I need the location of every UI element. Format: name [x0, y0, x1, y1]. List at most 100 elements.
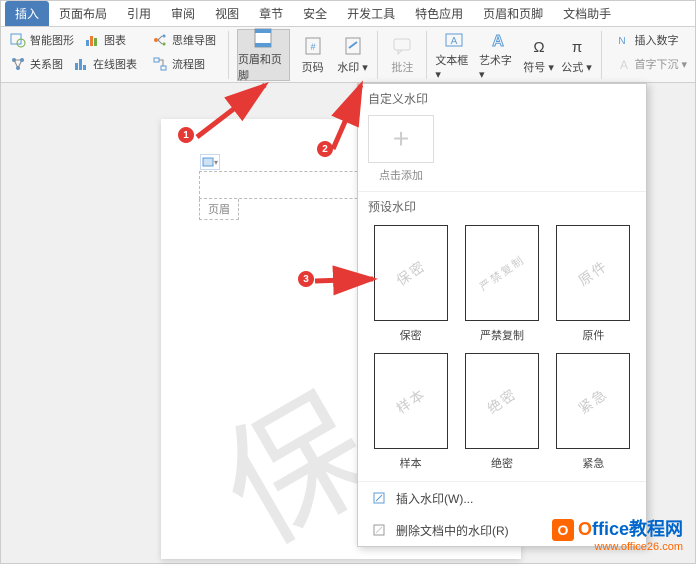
svg-text:#: # [310, 42, 315, 52]
btn-mindmap[interactable]: 思维导图 [147, 29, 220, 51]
label: 思维导图 [172, 32, 216, 48]
formula-icon: π [566, 35, 588, 57]
watermark-dropdown: 自定义水印 + 点击添加 预设水印 保密保密 严禁复制严禁复制 原件原件 样本样… [357, 83, 647, 547]
relation-icon [9, 55, 27, 73]
tab-view[interactable]: 视图 [205, 1, 249, 26]
label: 插入数字 [634, 32, 678, 48]
btn-flowchart[interactable]: 流程图 [147, 53, 220, 75]
label: 绝密 [463, 455, 540, 471]
label: 严禁复制 [463, 327, 540, 343]
tab-page-layout[interactable]: 页面布局 [49, 1, 117, 26]
btn-textbox[interactable]: A 文本框 ▾ [435, 29, 473, 81]
tab-header-footer[interactable]: 页眉和页脚 [473, 1, 553, 26]
online-chart-icon [72, 55, 90, 73]
separator [377, 31, 378, 79]
btn-annotation[interactable]: 批注 [386, 29, 418, 81]
brand-url: www.office26.com [552, 541, 683, 553]
svg-text:π: π [571, 39, 581, 56]
page-number-icon: # [302, 35, 324, 57]
label: 符号 ▾ [523, 59, 554, 75]
svg-text:A: A [451, 36, 458, 47]
btn-wordart[interactable]: A 艺术字 ▾ [479, 29, 517, 81]
btn-page-number[interactable]: # 页码 [296, 29, 330, 81]
preset-top-secret[interactable]: 绝密绝密 [463, 353, 540, 471]
header-footer-icon [252, 27, 274, 49]
tab-insert[interactable]: 插入 [5, 1, 49, 26]
tab-developer[interactable]: 开发工具 [337, 1, 405, 26]
add-label: 点击添加 [368, 167, 434, 183]
menu-insert-watermark[interactable]: 插入水印(W)... [358, 482, 646, 514]
btn-watermark[interactable]: 水印 ▾ [336, 29, 370, 81]
preset-original[interactable]: 原件原件 [555, 225, 632, 343]
btn-smartart[interactable]: 智能图形 图表 [5, 29, 141, 51]
wordart-icon: A [487, 29, 509, 50]
label: 智能图形 [30, 32, 74, 48]
preset-no-copy[interactable]: 严禁复制严禁复制 [463, 225, 540, 343]
mindmap-icon [151, 31, 169, 49]
label: 文本框 ▾ [435, 52, 473, 81]
svg-text:A: A [620, 58, 628, 71]
comment-icon [391, 35, 413, 57]
btn-formula[interactable]: π 公式 ▾ [561, 29, 593, 81]
brand-icon: O [552, 519, 574, 541]
ribbon: 智能图形图表 关系图在线图表 思维导图 流程图 页眉和页脚 # 页码 水印 ▾ … [1, 27, 695, 83]
tab-references[interactable]: 引用 [117, 1, 161, 26]
brand-title: OOffice教程网 [552, 515, 683, 541]
label: 页码 [302, 59, 324, 75]
label: 紧急 [555, 455, 632, 471]
btn-header-footer[interactable]: 页眉和页脚 [237, 29, 290, 81]
smartart-icon [9, 31, 27, 49]
separator [601, 31, 602, 79]
btn-symbol[interactable]: Ω 符号 ▾ [523, 29, 555, 81]
tab-review[interactable]: 审阅 [161, 1, 205, 26]
tab-bar: 插入 页面布局 引用 审阅 视图 章节 安全 开发工具 特色应用 页眉和页脚 文… [1, 1, 695, 27]
flowchart-icon [151, 55, 169, 73]
label: 原件 [555, 327, 632, 343]
tab-security[interactable]: 安全 [293, 1, 337, 26]
svg-text:N: N [619, 36, 626, 47]
step-badge-1: 1 [178, 127, 194, 143]
label: 删除文档中的水印(R) [396, 522, 509, 539]
svg-text:Ω: Ω [533, 39, 544, 56]
btn-insert-number[interactable]: N 插入数字 [609, 29, 691, 51]
header-options-icon[interactable]: ▾ [200, 154, 220, 170]
tab-doc-assistant[interactable]: 文档助手 [553, 1, 621, 26]
separator [228, 31, 229, 79]
plus-icon: + [368, 115, 434, 163]
chart-icon [83, 31, 101, 49]
number-icon: N [613, 31, 631, 49]
label: 关系图 [30, 56, 63, 72]
custom-watermark-title: 自定义水印 [358, 84, 646, 111]
step-badge-3: 3 [298, 271, 314, 287]
symbol-icon: Ω [528, 35, 550, 57]
label: 保密 [372, 327, 449, 343]
label: 批注 [391, 59, 413, 75]
label: 在线图表 [93, 56, 137, 72]
svg-text:A: A [492, 33, 504, 50]
label: 页眉和页脚 [238, 51, 289, 83]
label: 首字下沉 [634, 56, 678, 72]
preset-sample[interactable]: 样本样本 [372, 353, 449, 471]
label: 插入水印(W)... [396, 490, 473, 507]
label: 流程图 [172, 56, 205, 72]
dropcap-icon: A [613, 55, 631, 73]
btn-dropcap[interactable]: A首字下沉 ▾ [609, 53, 691, 75]
tab-special[interactable]: 特色应用 [405, 1, 473, 26]
step-badge-2: 2 [317, 141, 333, 157]
insert-watermark-icon [370, 489, 388, 507]
remove-watermark-icon [370, 521, 388, 539]
add-watermark[interactable]: + 点击添加 [368, 115, 434, 183]
btn-relation[interactable]: 关系图 在线图表 [5, 53, 141, 75]
label: 样本 [372, 455, 449, 471]
preset-watermark-title: 预设水印 [358, 191, 646, 219]
tab-sections[interactable]: 章节 [249, 1, 293, 26]
preset-urgent[interactable]: 紧急紧急 [555, 353, 632, 471]
branding: OOffice教程网 www.office26.com [552, 515, 683, 553]
preset-confidential[interactable]: 保密保密 [372, 225, 449, 343]
label: 水印 ▾ [337, 59, 368, 75]
textbox-icon: A [443, 29, 465, 50]
preset-grid: 保密保密 严禁复制严禁复制 原件原件 样本样本 绝密绝密 紧急紧急 [358, 219, 646, 481]
label: 艺术字 ▾ [479, 52, 517, 81]
label: 图表 [104, 32, 126, 48]
label: 公式 ▾ [561, 59, 592, 75]
